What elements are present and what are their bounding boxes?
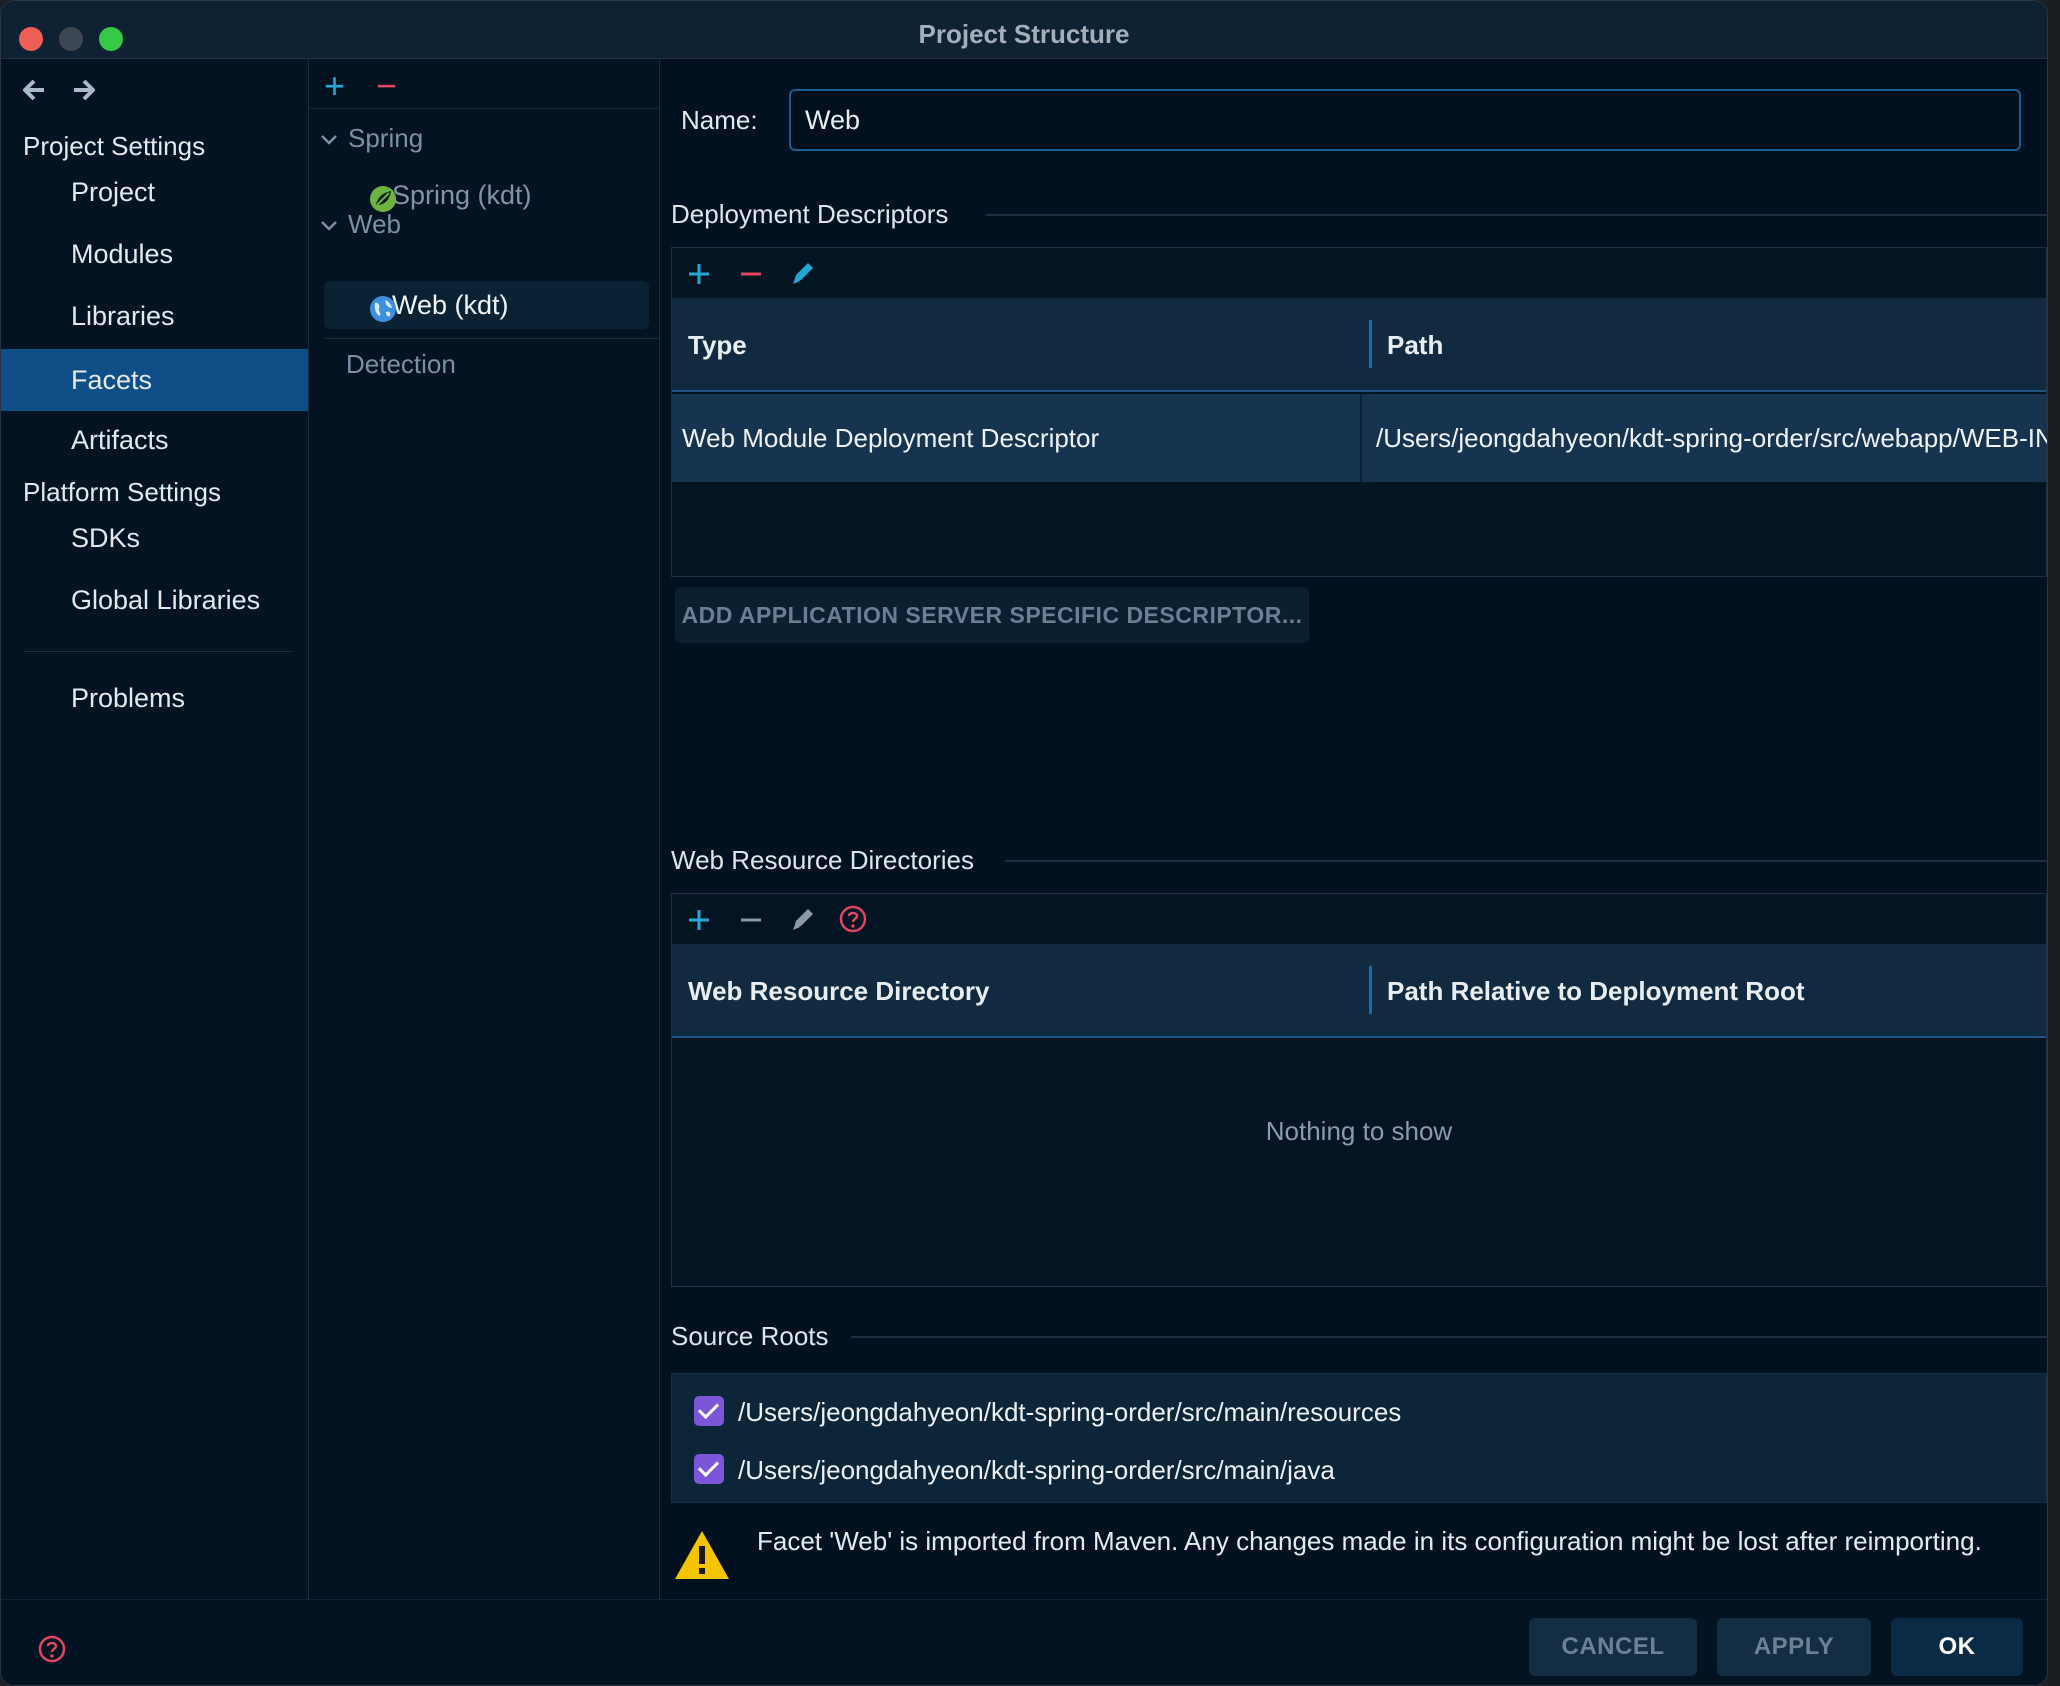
add-facet-button[interactable]: + [324,65,345,107]
section-divider [851,1336,2047,1338]
column-header-web-resource-directory[interactable]: Web Resource Directory [688,944,990,1038]
source-root-path: /Users/jeongdahyeon/kdt-spring-order/src… [738,1397,1402,1427]
deployment-descriptors-title: Deployment Descriptors [671,199,949,229]
section-divider [1005,860,2047,862]
sidebar-item-global-libraries[interactable]: Global Libraries [1,569,308,631]
tree-group-label: Spring [348,123,424,153]
tree-group-spring[interactable]: Spring [320,123,423,154]
web-resource-directories-title: Web Resource Directories [671,845,974,875]
facet-name-input[interactable]: Web [789,89,2021,151]
section-divider [986,214,2047,216]
spring-leaf-icon [368,181,398,212]
apply-button[interactable]: APPLY [1717,1618,1871,1676]
tree-divider [324,338,659,339]
column-header-path-relative[interactable]: Path Relative to Deployment Root [1387,944,1805,1038]
window-title: Project Structure [918,19,1130,49]
sidebar-divider [23,651,293,652]
cell-divider [1360,394,1362,482]
arrow-right-icon[interactable] [71,77,97,111]
sidebar-item-project[interactable]: Project [1,161,308,223]
descriptor-type-cell: Web Module Deployment Descriptor [682,423,1100,453]
tree-item-label: Web (kdt) [392,290,509,320]
web-resources-panel: Web Resource Directory Path Relative to … [671,893,2047,1287]
column-header-path[interactable]: Path [1387,298,1443,392]
arrow-left-icon[interactable] [21,77,47,111]
dialog-footer: CANCEL APPLY OK [1,1599,2047,1685]
sidebar-item-problems[interactable]: Problems [1,667,308,729]
add-application-server-descriptor-button[interactable]: ADD APPLICATION SERVER SPECIFIC DESCRIPT… [675,587,1309,643]
ok-button[interactable]: OK [1891,1618,2023,1676]
deployment-toolbar [672,248,2046,298]
help-icon[interactable] [37,1634,67,1664]
help-icon[interactable] [838,904,868,934]
facets-tree: + − Spring Spring (kdt) Web Web (kdt) De… [310,59,660,1599]
column-header-type[interactable]: Type [688,298,747,392]
warning-triangle-icon [673,1529,731,1581]
sidebar-item-artifacts[interactable]: Artifacts [1,409,308,471]
table-row[interactable]: Web Module Deployment Descriptor /Users/… [672,394,2047,482]
cancel-button[interactable]: CANCEL [1529,1618,1697,1676]
tree-group-web[interactable]: Web [320,209,401,240]
column-resize-handle[interactable] [1369,966,1372,1014]
sidebar-item-facets[interactable]: Facets [1,349,308,411]
project-structure-window: Project Structure Project Settings Proje… [0,0,2048,1686]
platform-settings-header: Platform Settings [23,477,221,507]
pencil-icon[interactable] [788,258,818,288]
desktop-background [2048,0,2060,1686]
tree-item-detection[interactable]: Detection [346,349,456,380]
sidebar-item-modules[interactable]: Modules [1,223,308,285]
chevron-down-icon [320,213,348,239]
globe-icon [368,291,398,322]
tree-toolbar: + − [310,59,659,109]
column-resize-handle[interactable] [1369,320,1372,368]
title-bar: Project Structure [1,1,2047,59]
source-root-path: /Users/jeongdahyeon/kdt-spring-order/src… [738,1455,1335,1485]
source-root-checkbox[interactable] [694,1396,724,1426]
tree-group-label: Web [348,209,401,239]
sidebar-item-sdks[interactable]: SDKs [1,507,308,569]
deployment-descriptors-panel: Type Path Web Module Deployment Descript… [671,247,2047,577]
web-resources-table-header: Web Resource Directory Path Relative to … [672,944,2046,1038]
source-root-checkbox[interactable] [694,1454,724,1484]
name-label: Name: [681,105,758,135]
facet-editor: Name: Web Deployment Descriptors Type Pa… [661,59,2047,1599]
remove-web-resource-button[interactable] [738,898,764,947]
source-roots-title: Source Roots [671,1321,829,1351]
deployment-table-header: Type Path [672,298,2046,392]
empty-state-text: Nothing to show [1265,1116,1453,1146]
web-resources-toolbar [672,894,2046,944]
chevron-down-icon [320,127,348,153]
pencil-icon[interactable] [788,904,818,934]
add-web-resource-button[interactable] [686,898,712,947]
tree-item-label: Spring (kdt) [392,180,532,210]
descriptor-path-cell: /Users/jeongdahyeon/kdt-spring-order/src… [1376,423,2047,453]
project-settings-header: Project Settings [23,131,206,161]
sidebar-item-libraries[interactable]: Libraries [1,285,308,347]
tree-item-web-kdt[interactable]: Web (kdt) [324,281,649,329]
warning-text: Facet 'Web' is imported from Maven. Any … [757,1526,1982,1556]
settings-sidebar: Project Settings Project Modules Librari… [1,59,309,1599]
remove-descriptor-button[interactable] [738,252,764,301]
add-descriptor-button[interactable] [686,252,712,301]
remove-facet-button[interactable]: − [376,65,397,107]
source-roots-list: /Users/jeongdahyeon/kdt-spring-order/src… [671,1373,2047,1503]
